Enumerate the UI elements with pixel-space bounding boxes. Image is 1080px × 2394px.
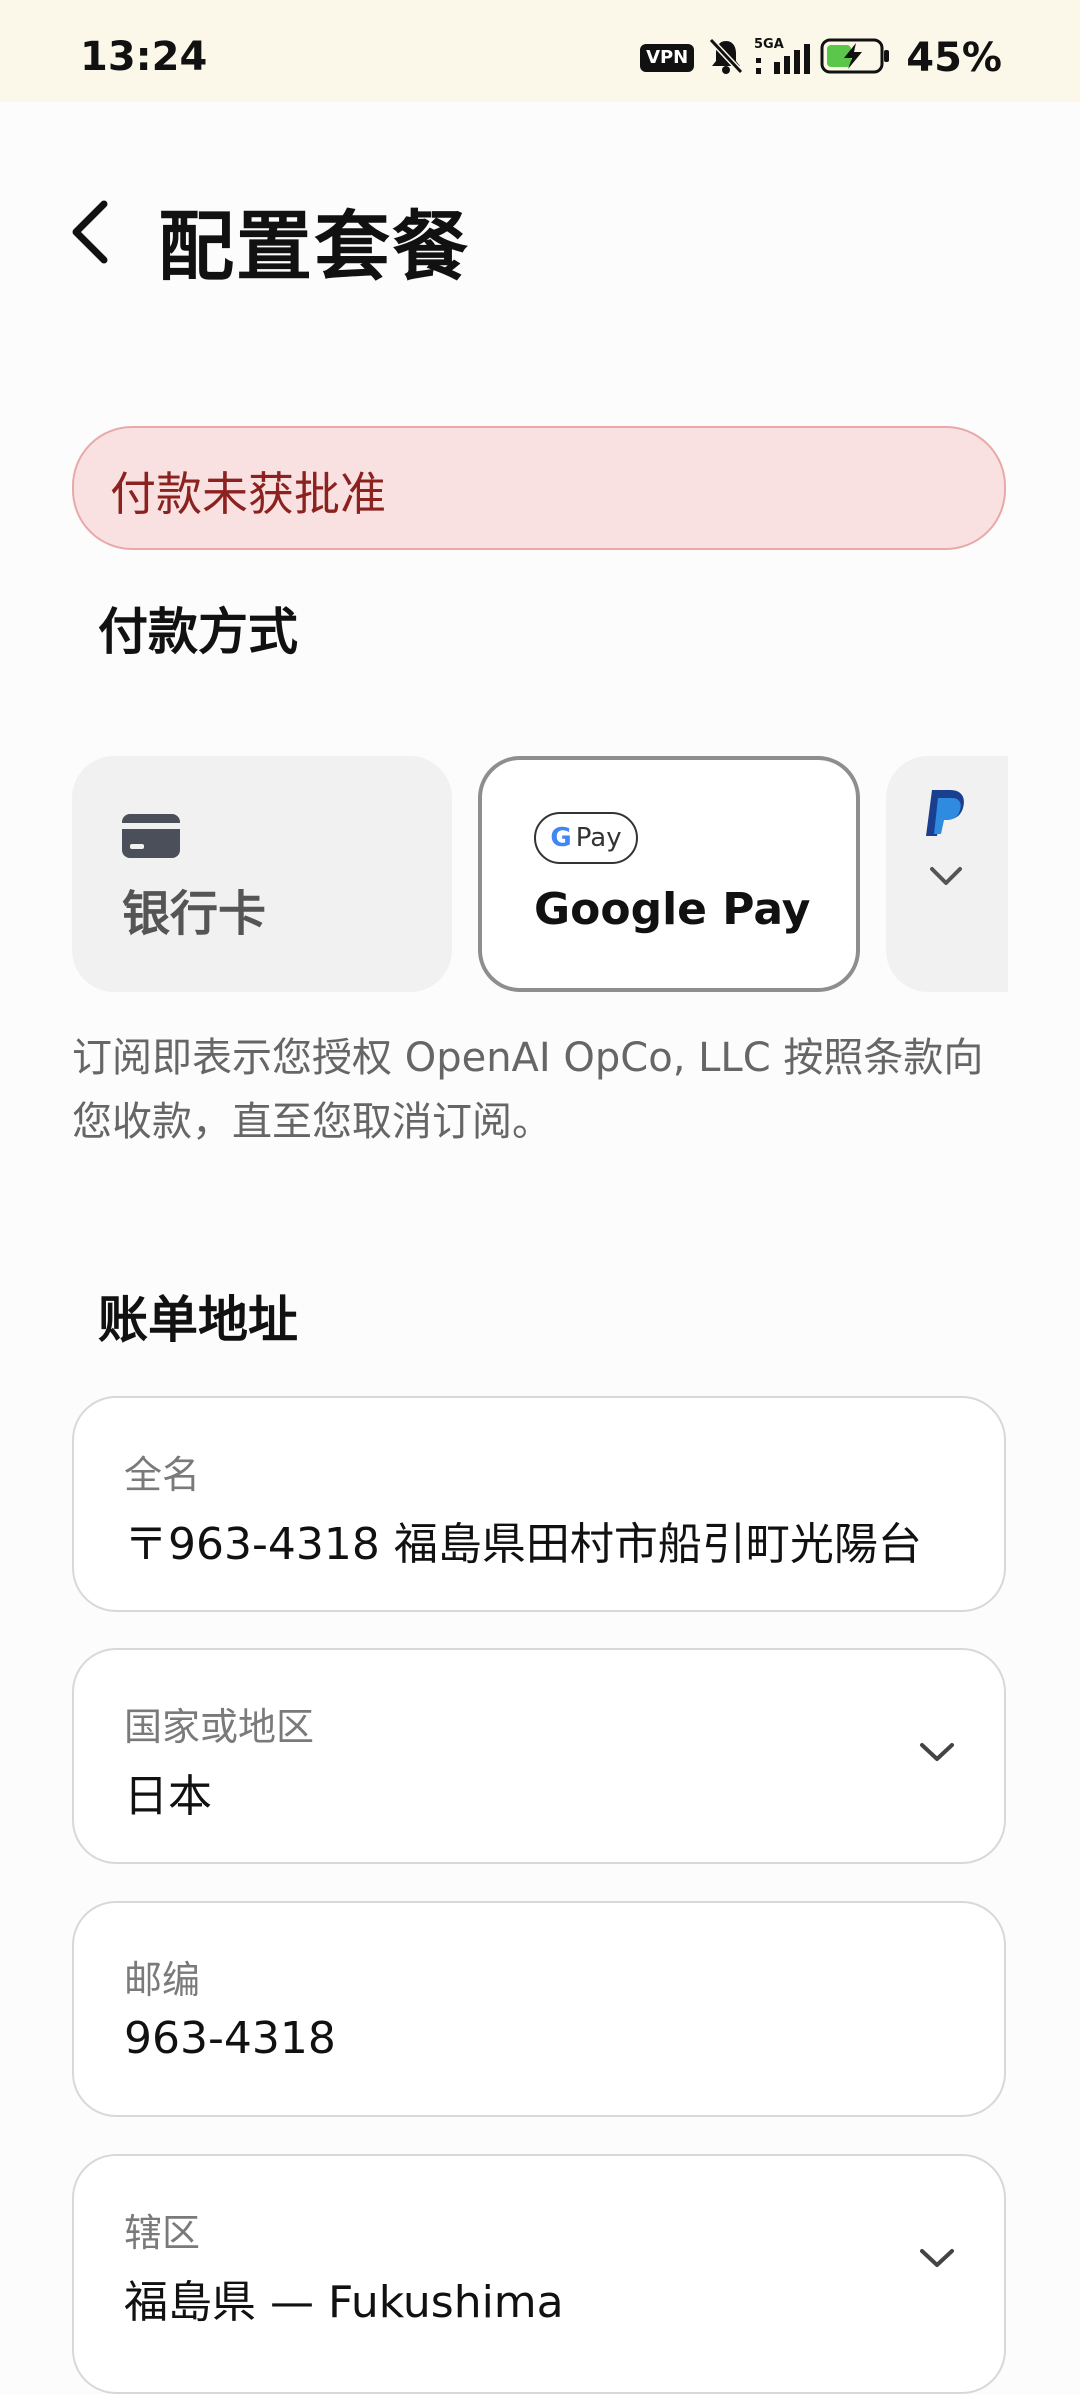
page-title: 配置套餐 — [158, 202, 470, 291]
postal-code-field[interactable]: 邮编 963-4318 — [72, 1901, 1006, 2117]
postal-code-value: 963-4318 — [124, 2013, 336, 2064]
country-select[interactable]: 国家或地区 日本 — [72, 1648, 1006, 1864]
google-g-icon: G — [550, 823, 572, 853]
payment-section-title: 付款方式 — [98, 603, 298, 661]
chevron-down-icon — [918, 2246, 956, 2274]
status-icons: VPN 5GA 45% — [640, 35, 1002, 81]
google-pay-badge: G Pay — [534, 812, 638, 864]
google-pay-badge-label: Pay — [575, 823, 622, 853]
battery-charging-icon — [820, 37, 892, 79]
prefecture-label: 辖区 — [124, 2211, 201, 2255]
chevron-down-icon — [918, 1740, 956, 1768]
authorization-terms: 订阅即表示您授权 OpenAI OpCo, LLC 按照条款向您收款，直至您取消… — [72, 1035, 984, 1145]
vpn-badge: VPN — [640, 44, 695, 72]
chevron-down-icon — [928, 864, 964, 892]
country-label: 国家或地区 — [124, 1705, 315, 1749]
google-pay-label: Google Pay — [534, 884, 811, 935]
paypal-icon — [922, 788, 968, 844]
prefecture-select[interactable]: 辖区 福島県 — Fukushima — [72, 2154, 1006, 2394]
credit-card-icon — [122, 814, 180, 862]
status-time: 13:24 — [80, 34, 208, 80]
back-button[interactable] — [62, 192, 122, 272]
status-bar: 13:24 VPN 5GA 45% — [0, 0, 1080, 102]
error-banner: 付款未获批准 — [72, 426, 1006, 550]
full-name-value: 〒963-4318 福島県田村市船引町光陽台 — [124, 1519, 922, 1570]
payment-method-paypal[interactable] — [886, 756, 1008, 992]
billing-section-title: 账单地址 — [98, 1291, 298, 1349]
full-name-field[interactable]: 全名 〒963-4318 福島県田村市船引町光陽台 — [72, 1396, 1006, 1612]
prefecture-value: 福島県 — Fukushima — [124, 2277, 564, 2328]
bank-card-label: 银行卡 — [122, 886, 267, 942]
back-chevron-icon — [72, 200, 108, 264]
error-message: 付款未获批准 — [110, 467, 386, 521]
battery-percent: 45% — [906, 35, 1002, 81]
payment-method-bank-card[interactable]: 银行卡 — [72, 756, 452, 992]
country-value: 日本 — [124, 1771, 212, 1822]
payment-method-google-pay[interactable]: G Pay Google Pay — [478, 756, 860, 992]
signal-icon: 5GA — [754, 36, 811, 80]
network-label: 5GA — [754, 37, 784, 52]
full-name-label: 全名 — [124, 1453, 201, 1497]
postal-code-label: 邮编 — [124, 1958, 201, 2002]
mute-bell-icon — [708, 37, 744, 79]
